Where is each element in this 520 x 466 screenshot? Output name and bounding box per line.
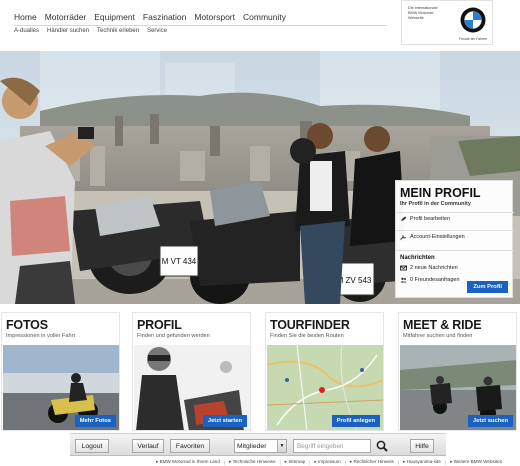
friend-requests-link[interactable]: 0 Freundesanfragen: [400, 277, 460, 283]
nav-item-motorraeder[interactable]: Motorräder: [45, 12, 87, 22]
edit-profile-label: Profil bearbeiten: [410, 216, 451, 222]
new-messages-link[interactable]: 2 neue Nachrichten: [400, 265, 458, 271]
footer-link-technical[interactable]: ▸ Technische Hinweise: [229, 459, 275, 465]
profile-card-subtitle: Finden und gefunden werden: [137, 333, 210, 339]
nav-item-community[interactable]: Community: [243, 12, 286, 22]
tourfinder-card-subtitle: Finden Sie die besten Routen: [270, 333, 344, 339]
nav-item-faszination[interactable]: Faszination: [143, 12, 186, 22]
sub-navigation: A-dualles Händler suchen Technik erleben…: [14, 28, 167, 34]
profile-card[interactable]: PROFIL Finden und gefunden werden Jetzt …: [132, 312, 251, 431]
profile-divider: [396, 212, 514, 213]
wrench-icon: [400, 234, 407, 240]
more-photos-button[interactable]: Mehr Fotos: [74, 415, 116, 427]
subnav-item-haendler[interactable]: Händler suchen: [47, 28, 89, 34]
footer-link-home-site[interactable]: ▸ Huusyanima-site: [403, 459, 441, 465]
license-plate-1: M VT 434: [162, 257, 197, 266]
photos-card[interactable]: FOTOS Impressionen in voller Fahrt Mehr …: [1, 312, 120, 431]
footer-link-more-websites[interactable]: ▸ Weitere BMW Websites: [450, 459, 502, 465]
nav-item-equipment[interactable]: Equipment: [94, 12, 135, 22]
edit-profile-link[interactable]: Profil bearbeiten: [400, 216, 450, 222]
site-header: Home Motorräder Equipment Faszination Mo…: [0, 0, 520, 48]
new-messages-label: 2 neue Nachrichten: [410, 265, 458, 271]
search-input[interactable]: Begriff eingeben: [293, 439, 371, 453]
friend-requests-label: 0 Freundesanfragen: [410, 277, 460, 283]
search-scope-value: Mitglieder: [237, 442, 267, 450]
footer-links: ▸ BMW Motorrad in Ihrem Land | ▸ Technis…: [156, 459, 502, 465]
meet-and-ride-card[interactable]: MEET & RIDE Mitfahrer suchen und finden …: [398, 312, 517, 431]
subnav-item-technik[interactable]: Technik erleben: [97, 28, 139, 34]
footer-link-legal[interactable]: ▸ Rechtlicher Hinweis: [350, 459, 394, 465]
profile-card-title: PROFIL: [137, 318, 182, 332]
to-profile-button[interactable]: Zum Profil: [467, 281, 508, 293]
photos-card-title: FOTOS: [6, 318, 48, 332]
search-icon[interactable]: [376, 439, 388, 453]
chevron-down-icon: ▼: [277, 440, 286, 452]
main-navigation: Home Motorräder Equipment Faszination Mo…: [14, 12, 286, 22]
logo-tagline: Die internationale BMW Motorrad Webseite: [408, 6, 438, 20]
tourfinder-card-title: TOURFINDER: [270, 318, 350, 332]
subnav-item-service[interactable]: Service: [147, 28, 167, 34]
profile-divider: [396, 230, 514, 231]
tourfinder-card[interactable]: TOURFINDER Finden Sie die besten Routen …: [265, 312, 384, 431]
footer-link-sitemap[interactable]: ▸ Sitemap: [285, 459, 305, 465]
footer-link-country[interactable]: ▸ BMW Motorrad in Ihrem Land: [156, 459, 220, 465]
photos-card-subtitle: Impressionen in voller Fahrt: [6, 333, 76, 339]
community-toolbar: Logout Verlauf Favoriten Mitglieder ▼ Be…: [70, 433, 446, 456]
nav-item-home[interactable]: Home: [14, 12, 37, 22]
users-icon: [400, 277, 407, 283]
nav-item-motorsport[interactable]: Motorsport: [194, 12, 235, 22]
help-button[interactable]: Hilfe: [410, 439, 434, 453]
account-settings-link[interactable]: Account-Einstellungen: [400, 234, 465, 240]
footer-link-imprint[interactable]: ▸ Impressum: [314, 459, 340, 465]
bmw-roundel-icon: [460, 7, 486, 33]
account-settings-label: Account-Einstellungen: [410, 234, 465, 240]
favorites-button[interactable]: Favoriten: [170, 439, 210, 453]
logout-button[interactable]: Logout: [75, 439, 109, 453]
meet-and-ride-card-subtitle: Mitfahrer suchen und finden: [403, 333, 473, 339]
profile-divider: [396, 250, 514, 251]
messages-heading: Nachrichten: [400, 255, 435, 261]
create-profile-button[interactable]: Profil anlegen: [331, 415, 380, 427]
license-plate-2: M ZV 543: [337, 276, 372, 285]
profile-panel-title: MEIN PROFIL: [400, 186, 481, 200]
pencil-icon: [401, 216, 407, 221]
profile-panel-subtitle: Ihr Profil in der Community: [400, 201, 471, 207]
subnav-item-aktuelles[interactable]: A-dualles: [14, 28, 39, 34]
history-button[interactable]: Verlauf: [132, 439, 164, 453]
meet-and-ride-card-title: MEET & RIDE: [403, 318, 482, 332]
nav-divider: [14, 25, 387, 26]
start-now-button[interactable]: Jetzt starten: [202, 415, 247, 427]
my-profile-panel: MEIN PROFIL Ihr Profil in der Community …: [395, 180, 514, 298]
logo-caption: Freude am Fahren: [458, 37, 488, 41]
brand-logo-box[interactable]: Die internationale BMW Motorrad Webseite…: [401, 0, 493, 45]
search-now-button[interactable]: Jetzt suchen: [467, 415, 513, 427]
envelope-icon: [400, 265, 407, 271]
search-scope-select[interactable]: Mitglieder ▼: [234, 439, 287, 453]
